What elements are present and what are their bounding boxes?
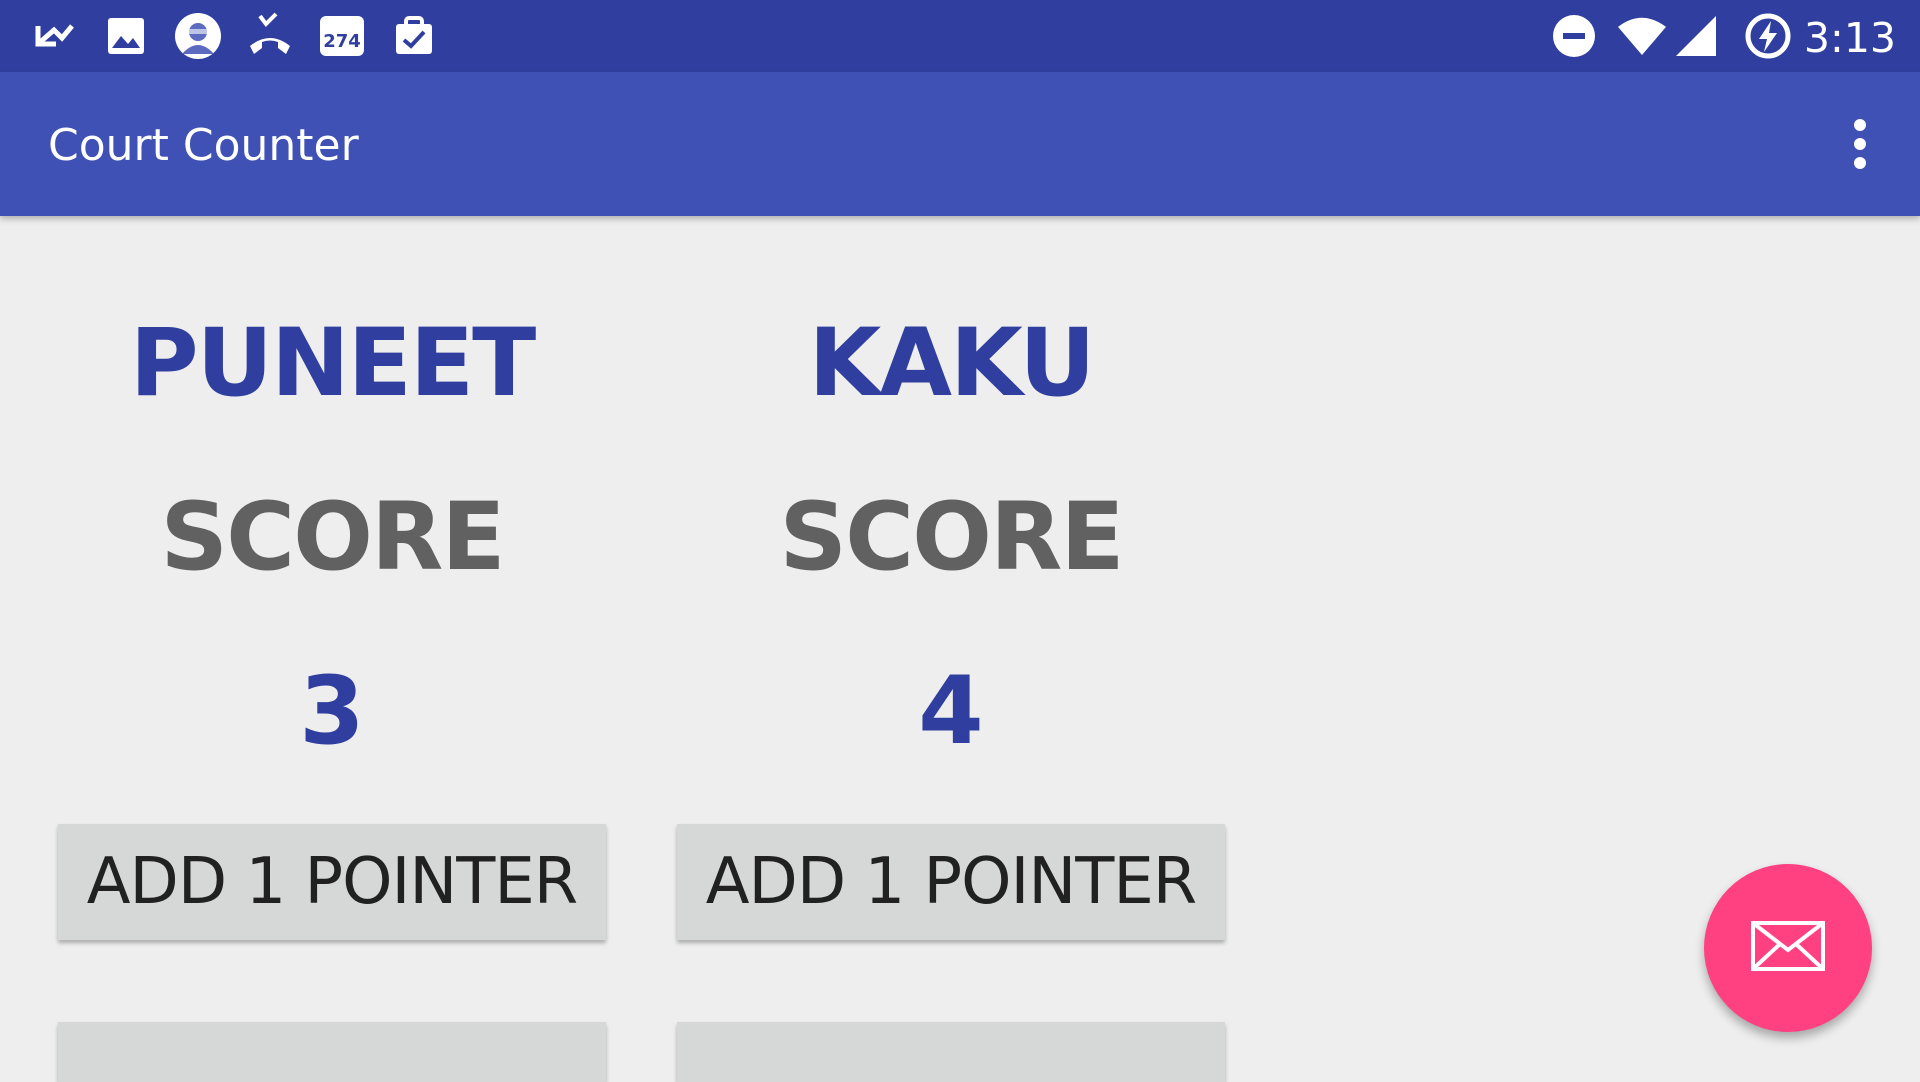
team-b-next-button[interactable] xyxy=(677,1022,1225,1082)
avatar-icon xyxy=(174,12,222,60)
app-title: Court Counter xyxy=(48,120,359,171)
calendar-badge-count: 274 xyxy=(323,31,361,52)
clipboard-check-icon xyxy=(390,12,438,60)
email-fab-button[interactable] xyxy=(1704,864,1872,1032)
more-vert-icon[interactable] xyxy=(1824,108,1896,180)
wifi-icon xyxy=(1618,12,1666,60)
team-a-score-label: SCORE xyxy=(160,483,505,592)
image-icon xyxy=(102,12,150,60)
team-b-name: KAKU xyxy=(808,309,1095,418)
cell-signal-icon xyxy=(1672,12,1720,60)
battery-charging-icon xyxy=(1744,12,1792,60)
call-end-icon xyxy=(246,12,294,60)
app-bar: Court Counter xyxy=(0,72,1920,216)
team-a-next-button[interactable] xyxy=(58,1022,606,1082)
mail-icon xyxy=(1750,920,1826,977)
team-b-score-label: SCORE xyxy=(779,483,1124,592)
status-time: 3:13 xyxy=(1803,14,1896,62)
team-a-add-1-pointer-button[interactable]: ADD 1 POINTER xyxy=(58,824,606,940)
team-a-name: PUNEET xyxy=(129,309,536,418)
status-bar: 274 3:13 xyxy=(0,0,1920,72)
team-b-score: 4 xyxy=(918,657,984,766)
missed-call-arrow-icon xyxy=(30,12,78,60)
team-a-score: 3 xyxy=(299,657,365,766)
do-not-disturb-icon xyxy=(1550,12,1598,60)
team-b-add-1-pointer-button[interactable]: ADD 1 POINTER xyxy=(677,824,1225,940)
calendar-badge-icon: 274 xyxy=(318,12,366,60)
